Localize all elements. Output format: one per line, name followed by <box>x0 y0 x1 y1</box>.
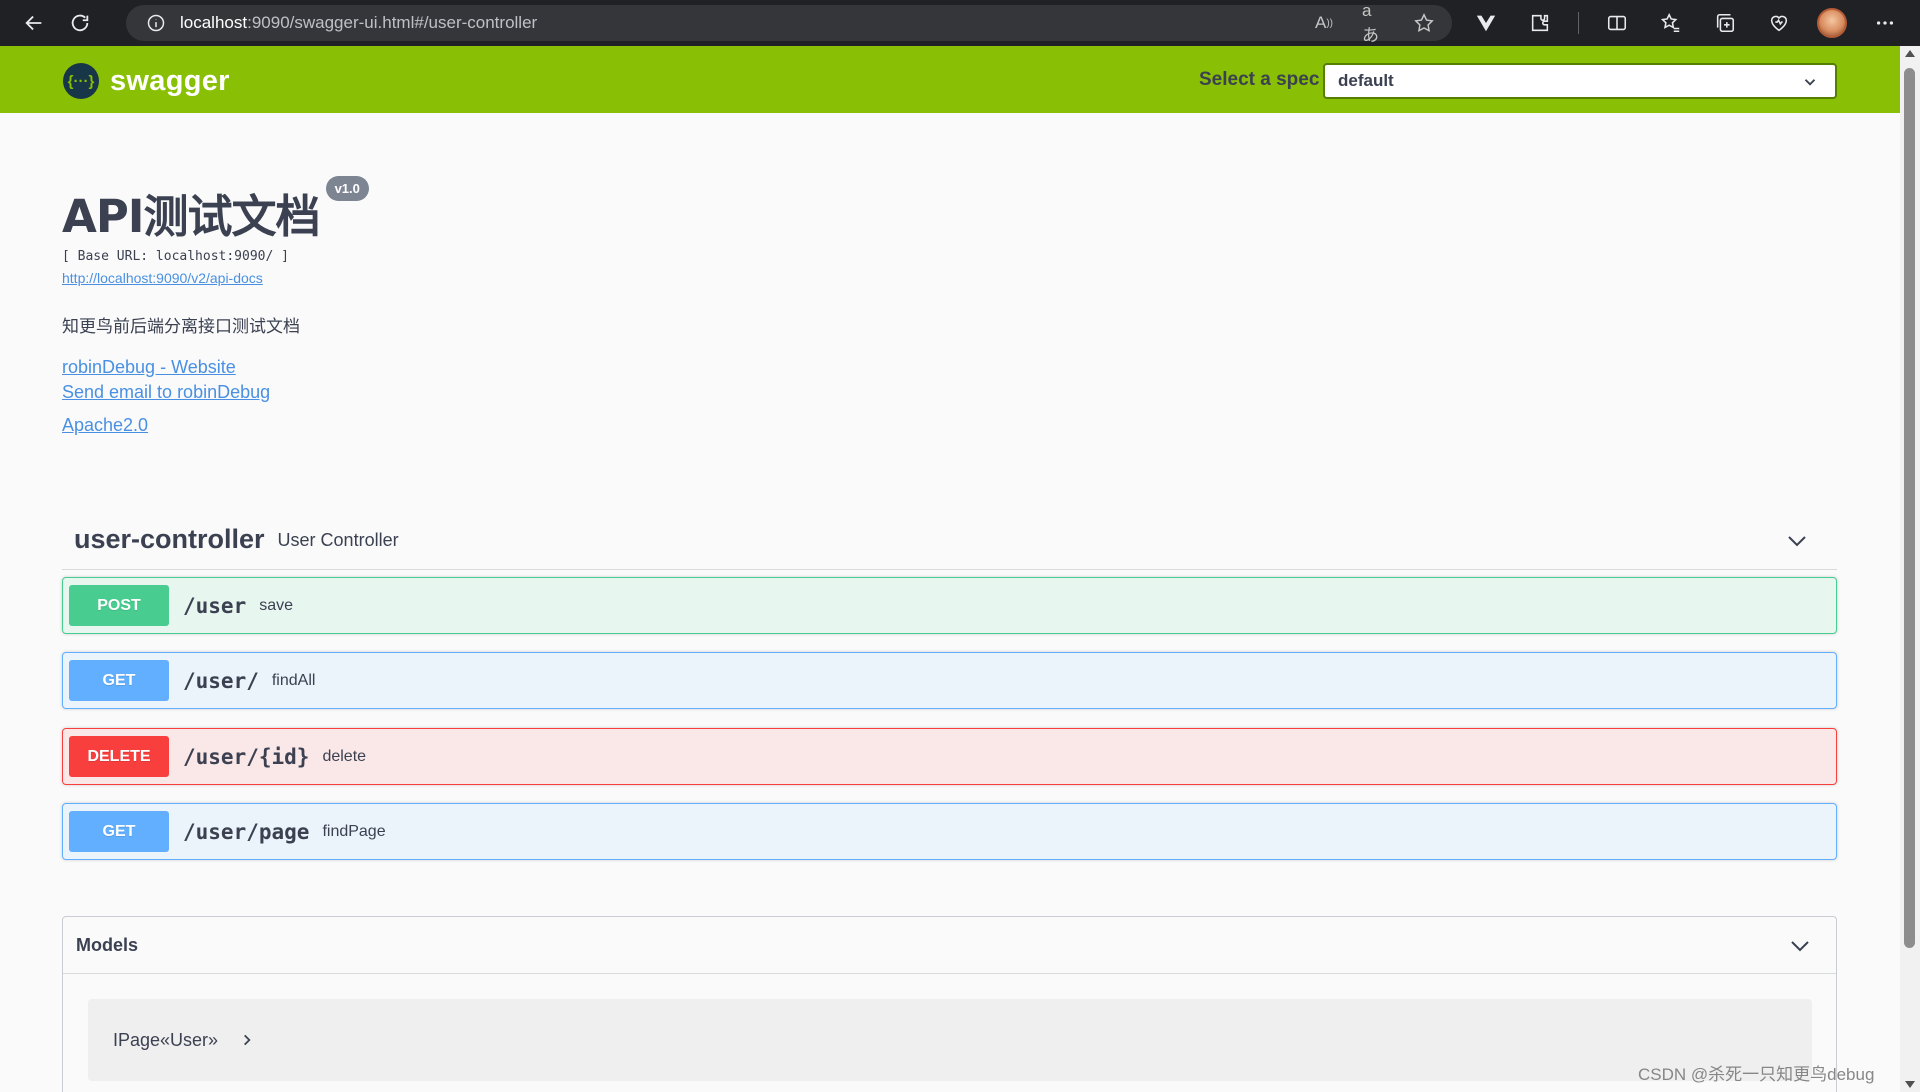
operation-path: /user/ <box>183 668 259 693</box>
swagger-logo[interactable]: {···} swagger <box>63 63 230 99</box>
method-badge: GET <box>69 660 169 701</box>
browser-essentials-icon[interactable] <box>1763 7 1795 39</box>
split-screen-icon[interactable] <box>1601 7 1633 39</box>
api-info: API测试文档v1.0 [ Base URL: localhost:9090/ … <box>62 176 1842 436</box>
reload-icon <box>71 14 89 32</box>
collections-icon[interactable] <box>1709 7 1741 39</box>
license-link[interactable]: Apache2.0 <box>62 415 1842 436</box>
page-scrollbar[interactable] <box>1900 46 1920 1092</box>
email-link[interactable]: Send email to robinDebug <box>62 382 1842 403</box>
api-docs-link[interactable]: http://localhost:9090/v2/api-docs <box>62 270 1842 286</box>
address-bar[interactable]: localhost:9090/swagger-ui.html#/user-con… <box>126 1 1452 45</box>
spec-label: Select a spec <box>1199 69 1320 90</box>
models-section: Models IPage«User» <box>62 916 1837 1092</box>
tag-name: user-controller <box>74 524 265 554</box>
back-button[interactable] <box>16 5 52 41</box>
chevron-down-icon <box>1804 79 1816 86</box>
chevron-right-icon[interactable] <box>240 1033 254 1047</box>
operation-summary: findAll <box>271 671 316 689</box>
url-host: localhost <box>180 13 248 32</box>
tag-description: User Controller <box>277 530 399 550</box>
model-name: IPage«User» <box>113 1029 219 1050</box>
more-menu-icon[interactable] <box>1869 7 1901 39</box>
favorites-icon[interactable] <box>1655 7 1687 39</box>
operation-post-user[interactable]: POST /user save <box>62 577 1837 634</box>
toolbar-divider <box>1578 12 1579 34</box>
method-badge: GET <box>69 811 169 852</box>
operation-path: /user/page <box>183 819 310 844</box>
url-path: :9090/swagger-ui.html#/user-controller <box>247 13 538 32</box>
models-header[interactable]: Models <box>63 917 1836 974</box>
browser-extensions <box>1470 0 1901 46</box>
swagger-logo-text: swagger <box>110 64 230 97</box>
back-arrow-icon <box>25 15 42 31</box>
chevron-down-icon[interactable] <box>1785 529 1809 553</box>
operation-get-user[interactable]: GET /user/ findAll <box>62 652 1837 709</box>
read-aloud-icon[interactable]: A)) <box>1312 11 1336 35</box>
operation-path: /user <box>183 593 247 618</box>
swagger-topbar: {···} swagger Select a spec default <box>0 46 1900 113</box>
address-actions: A)) aあ <box>1312 1 1436 45</box>
tag-user-controller[interactable]: user-controller User Controller <box>62 510 1837 570</box>
scroll-down-arrow-icon[interactable] <box>1905 1081 1915 1088</box>
method-badge: DELETE <box>69 736 169 777</box>
operation-summary: findPage <box>322 822 386 840</box>
site-info-icon[interactable] <box>146 13 166 33</box>
chevron-down-icon[interactable] <box>1788 934 1812 958</box>
version-badge: v1.0 <box>325 176 369 201</box>
profile-avatar[interactable] <box>1817 8 1847 38</box>
base-url: [ Base URL: localhost:9090/ ] <box>62 249 289 264</box>
swagger-logo-icon: {···} <box>63 63 99 99</box>
models-title: Models <box>76 934 139 955</box>
operation-path: /user/{id} <box>183 744 310 769</box>
favorite-star-icon[interactable] <box>1412 11 1436 35</box>
api-title: API测试文档 <box>62 190 321 243</box>
vue-devtools-icon[interactable] <box>1470 7 1502 39</box>
browser-toolbar: localhost:9090/swagger-ui.html#/user-con… <box>0 0 1920 46</box>
spec-select-value: default <box>1338 71 1394 90</box>
scroll-thumb[interactable] <box>1904 68 1915 948</box>
operation-summary: save <box>259 596 294 614</box>
operation-delete-user[interactable]: DELETE /user/{id} delete <box>62 728 1837 785</box>
watermark: CSDN @杀死一只知更鸟debug <box>1638 1065 1875 1084</box>
operation-summary: delete <box>322 747 367 765</box>
operation-get-user-page[interactable]: GET /user/page findPage <box>62 803 1837 860</box>
url-text[interactable]: localhost:9090/swagger-ui.html#/user-con… <box>180 13 537 33</box>
api-description: 知更鸟前后端分离接口测试文档 <box>62 317 300 336</box>
method-badge: POST <box>69 585 169 626</box>
reload-button[interactable] <box>62 5 98 41</box>
website-link[interactable]: robinDebug - Website <box>62 357 1842 378</box>
spec-select[interactable]: default <box>1323 63 1837 99</box>
extensions-puzzle-icon[interactable] <box>1524 7 1556 39</box>
scroll-up-arrow-icon[interactable] <box>1905 50 1915 57</box>
translate-icon[interactable]: aあ <box>1362 1 1386 45</box>
model-item[interactable]: IPage«User» <box>88 999 1812 1081</box>
